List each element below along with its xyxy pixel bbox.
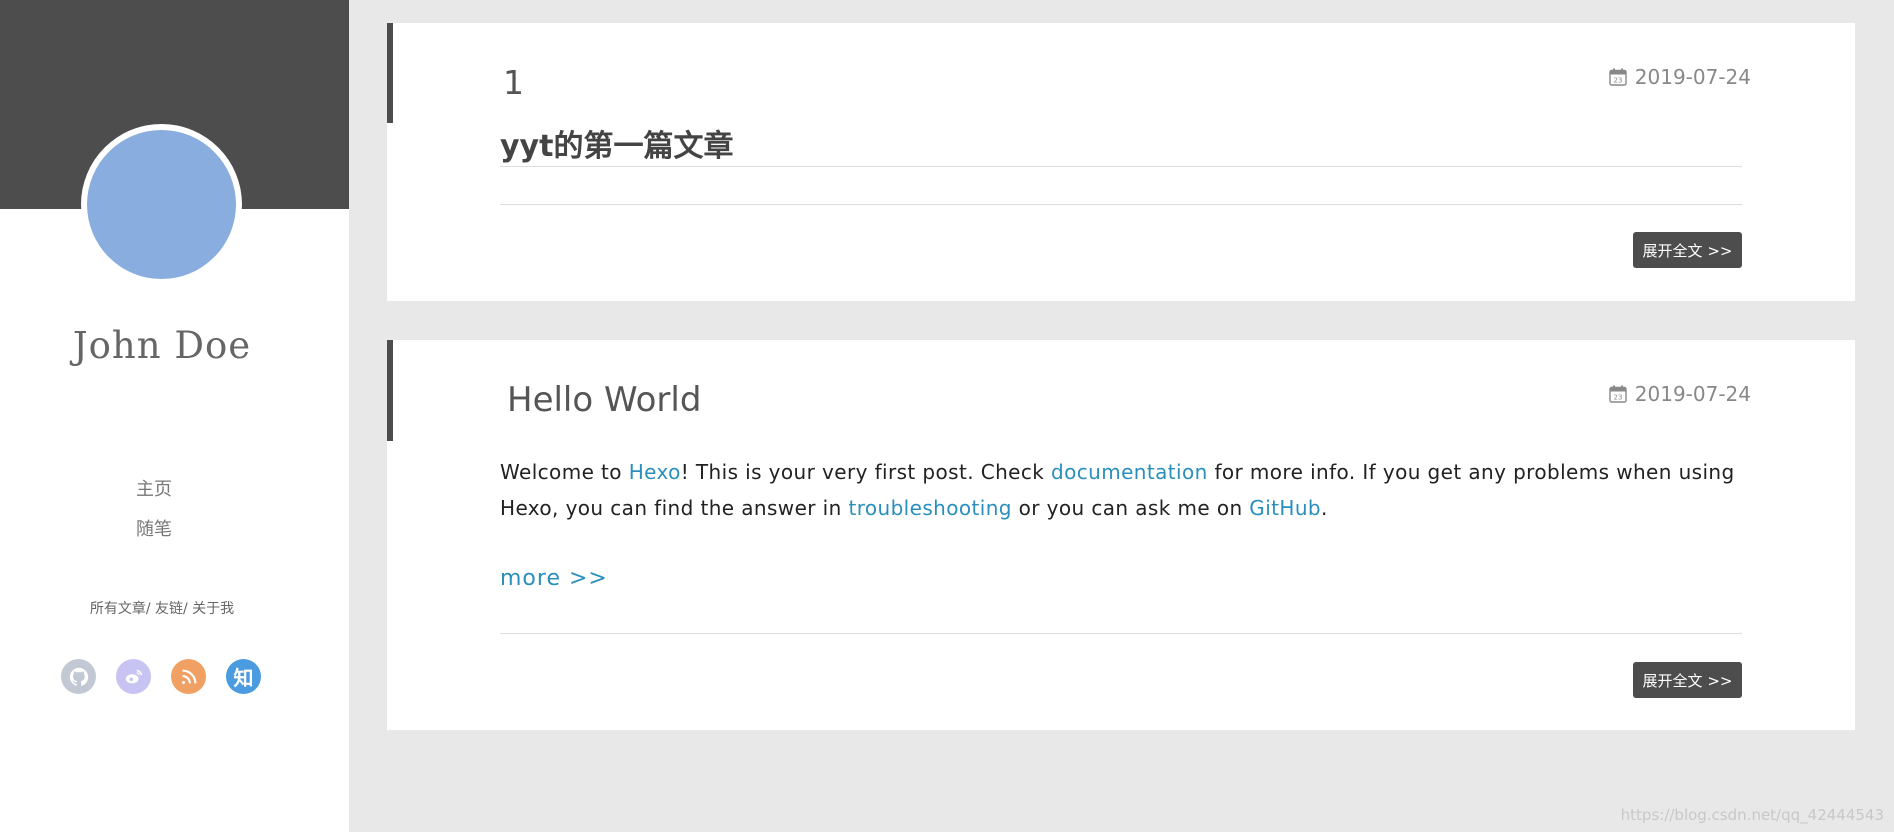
avatar-frame[interactable] xyxy=(81,124,242,285)
post-excerpt: Welcome to Hexo! This is your very first… xyxy=(500,454,1742,526)
post-date: 23 2019-07-24 xyxy=(1609,382,1751,406)
sidebar: John Doe 主页 随笔 所有文章/ 友链/ 关于我 知 xyxy=(0,0,349,832)
excerpt-text: or you can ask me on xyxy=(1011,496,1250,520)
sub-nav-friend-links[interactable]: 友链 xyxy=(155,601,183,617)
main-nav: 主页 随笔 xyxy=(0,470,308,550)
read-more-button[interactable]: 展开全文 >> xyxy=(1633,662,1742,698)
more-link[interactable]: more >> xyxy=(500,566,608,591)
rss-icon[interactable] xyxy=(171,659,206,694)
post-divider xyxy=(500,633,1742,634)
sub-nav: 所有文章/ 友链/ 关于我 xyxy=(0,598,324,618)
hexo-link[interactable]: Hexo xyxy=(629,460,681,484)
excerpt-text: . xyxy=(1321,496,1328,520)
github-link[interactable]: GitHub xyxy=(1249,496,1321,520)
post-accent-bar xyxy=(387,340,393,441)
troubleshooting-link[interactable]: troubleshooting xyxy=(848,496,1011,520)
excerpt-text: ! This is your very first post. Check xyxy=(680,460,1051,484)
post-date: 23 2019-07-24 xyxy=(1609,65,1751,89)
post-card: 1 23 2019-07-24 yyt的第一篇文章 展开全文 >> xyxy=(387,23,1855,301)
documentation-link[interactable]: documentation xyxy=(1051,460,1208,484)
github-icon[interactable] xyxy=(61,659,96,694)
post-date-text: 2019-07-24 xyxy=(1634,65,1751,89)
sub-nav-all-posts[interactable]: 所有文章 xyxy=(90,601,146,617)
post-title-number[interactable]: 1 xyxy=(503,63,524,102)
post-divider xyxy=(500,204,1742,205)
post-accent-bar xyxy=(387,23,393,123)
author-name[interactable]: John Doe xyxy=(0,324,324,367)
watermark: https://blog.csdn.net/qq_42444543 xyxy=(1620,806,1884,824)
zhihu-icon[interactable]: 知 xyxy=(226,659,261,694)
calendar-icon: 23 xyxy=(1609,385,1627,403)
read-more-button[interactable]: 展开全文 >> xyxy=(1633,232,1742,268)
calendar-icon: 23 xyxy=(1609,68,1627,86)
svg-text:23: 23 xyxy=(1613,77,1622,85)
nav-item-essays[interactable]: 随笔 xyxy=(0,510,308,550)
excerpt-text: Welcome to xyxy=(500,460,629,484)
svg-text:23: 23 xyxy=(1613,394,1622,402)
post-card: Hello World 23 2019-07-24 Welcome to Hex… xyxy=(387,340,1855,730)
nav-item-home[interactable]: 主页 xyxy=(0,470,308,510)
post-title[interactable]: Hello World xyxy=(507,380,701,420)
post-date-text: 2019-07-24 xyxy=(1634,382,1751,406)
post-divider xyxy=(500,166,1742,167)
social-links: 知 xyxy=(61,659,261,694)
sub-nav-separator: / xyxy=(145,601,155,617)
sub-nav-about-me[interactable]: 关于我 xyxy=(192,601,234,617)
sub-nav-separator: / xyxy=(183,601,193,617)
weibo-icon[interactable] xyxy=(116,659,151,694)
avatar[interactable] xyxy=(87,130,236,279)
post-title[interactable]: yyt的第一篇文章 xyxy=(500,121,733,165)
